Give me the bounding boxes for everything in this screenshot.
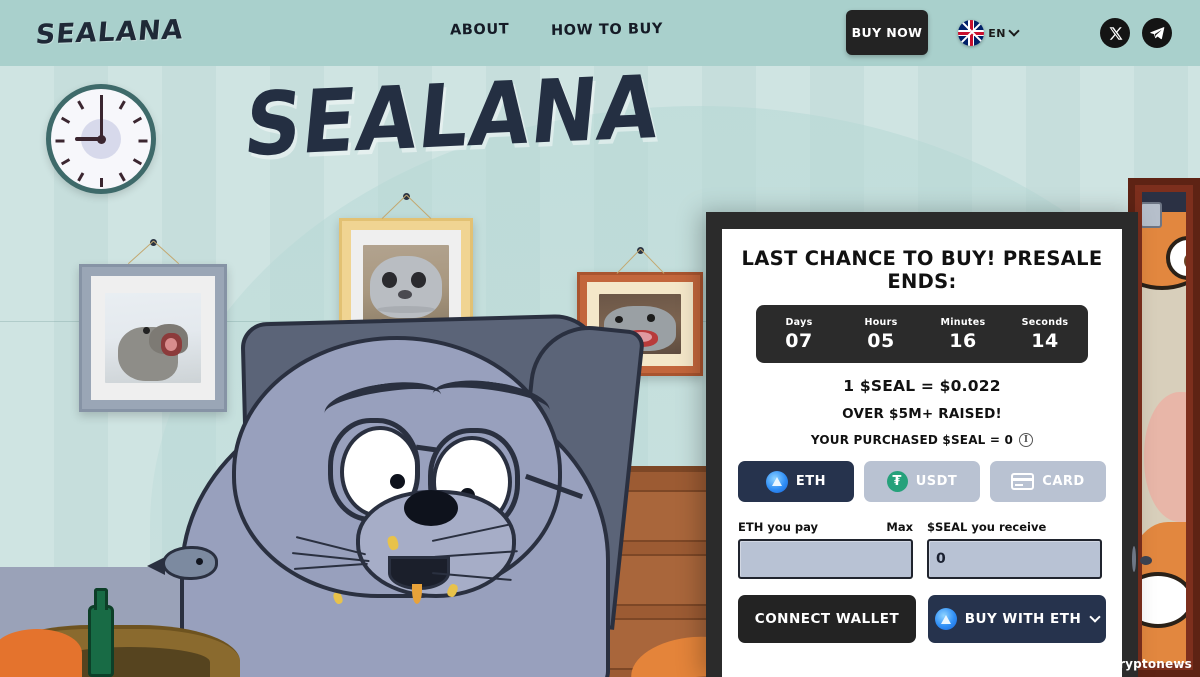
language-code: EN — [988, 26, 1006, 40]
pay-input-wrapper[interactable] — [738, 539, 953, 579]
countdown-minutes-label: Minutes — [940, 316, 986, 328]
eth-icon — [765, 470, 788, 493]
eth-pay-input[interactable] — [747, 551, 943, 567]
payment-method-card[interactable]: CARD — [990, 461, 1106, 502]
page-stage: SEALANA SEALANA ABOUT HOW TO BUY BUY NOW… — [0, 0, 1200, 677]
buy-with-eth-label: BUY WITH ETH — [964, 611, 1082, 627]
purchased-balance-row: YOUR PURCHASED $SEAL = 0 i — [738, 433, 1106, 447]
sealana-mascot — [147, 330, 650, 677]
uk-flag-icon — [958, 20, 985, 46]
presale-panel: LAST CHANCE TO BUY! PRESALE ENDS: Days 0… — [706, 212, 1152, 677]
fish-decoration-left — [147, 546, 218, 580]
clock-minute-hand — [99, 101, 103, 139]
credit-card-icon — [1011, 473, 1035, 490]
main-navigation: ABOUT HOW TO BUY — [450, 21, 664, 39]
countdown-seconds: Seconds 14 — [1017, 317, 1073, 352]
buy-with-eth-button[interactable]: BUY WITH ETH — [928, 595, 1106, 643]
hero-title: SEALANA — [240, 57, 665, 177]
payment-method-group: ETH ₮ USDT CARD — [738, 461, 1106, 502]
framed-cartoon-character — [1128, 178, 1200, 677]
countdown-days-label: Days — [785, 316, 813, 328]
payment-method-eth[interactable]: ETH — [738, 461, 854, 502]
seal-coin-icon — [1132, 546, 1152, 572]
usdt-icon: ₮ — [886, 471, 908, 492]
site-header: SEALANA ABOUT HOW TO BUY BUY NOW EN — [0, 0, 1200, 66]
telegram-icon[interactable] — [1142, 18, 1172, 48]
presale-title: LAST CHANCE TO BUY! PRESALE ENDS: — [741, 247, 1103, 293]
eth-icon — [934, 608, 957, 630]
orange-object — [0, 629, 82, 677]
language-selector[interactable]: EN — [958, 20, 1020, 46]
cryptonews-watermark: cryptonews — [1111, 657, 1192, 671]
nav-how-to-buy[interactable]: HOW TO BUY — [551, 21, 663, 39]
chevron-down-icon — [1089, 611, 1101, 623]
payment-method-card-label: CARD — [1042, 474, 1085, 489]
connect-wallet-button[interactable]: CONNECT WALLET — [738, 595, 916, 643]
presale-card: LAST CHANCE TO BUY! PRESALE ENDS: Days 0… — [722, 229, 1152, 677]
pay-field-label: ETH you pay — [738, 520, 819, 534]
countdown-minutes-value: 16 — [949, 329, 977, 352]
field-labels-row: ETH you pay Max $SEAL you receive — [738, 520, 1106, 534]
max-button[interactable]: Max — [886, 520, 913, 534]
info-icon[interactable]: i — [1019, 433, 1034, 447]
payment-method-usdt[interactable]: ₮ USDT — [864, 461, 980, 502]
x-twitter-icon[interactable] — [1100, 18, 1130, 48]
countdown-seconds-label: Seconds — [1021, 316, 1069, 328]
token-price-line: 1 $SEAL = $0.022 — [843, 377, 1001, 395]
clock-center-pin — [96, 134, 106, 144]
buy-now-button[interactable]: BUY NOW — [846, 10, 928, 55]
seal-receive-input[interactable] — [936, 551, 1132, 567]
payment-method-eth-label: ETH — [795, 474, 827, 489]
mascot-nose — [404, 490, 458, 526]
countdown-minutes: Minutes 16 — [935, 317, 991, 352]
amount-inputs-row — [738, 539, 1152, 579]
mascot-head — [232, 336, 584, 604]
countdown-hours-label: Hours — [864, 316, 898, 328]
green-bottle — [88, 588, 114, 677]
purchased-balance-text: YOUR PURCHASED $SEAL = 0 — [810, 433, 1014, 447]
payment-method-usdt-label: USDT — [915, 474, 958, 489]
site-logo[interactable]: SEALANA — [34, 14, 185, 50]
countdown-hours: Hours 05 — [853, 317, 909, 352]
chevron-down-icon — [1008, 25, 1020, 37]
receive-field-label: $SEAL you receive — [927, 520, 1047, 534]
nav-about[interactable]: ABOUT — [450, 21, 510, 38]
wall-clock — [46, 84, 156, 194]
countdown-seconds-value: 14 — [1031, 329, 1059, 352]
amount-raised-line: OVER $5M+ RAISED! — [842, 406, 1002, 422]
countdown-timer: Days 07 Hours 05 Minutes 16 Seconds 14 — [756, 305, 1088, 363]
countdown-hours-value: 05 — [867, 329, 895, 352]
receive-input-wrapper[interactable] — [927, 539, 1152, 579]
countdown-days-value: 07 — [785, 329, 813, 352]
presale-actions-row: CONNECT WALLET BUY WITH ETH — [738, 595, 1106, 643]
countdown-days: Days 07 — [771, 317, 827, 352]
